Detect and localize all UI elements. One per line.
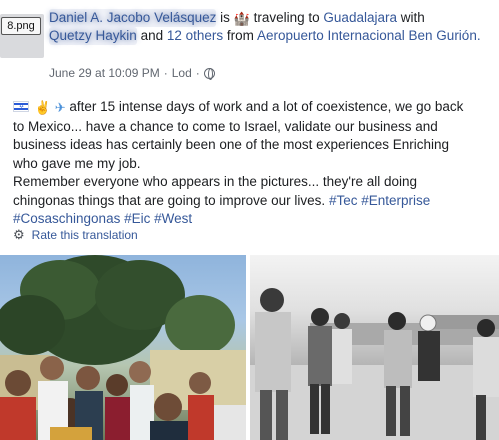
post-headline: Daniel A. Jacobo Velásquez is 🏰 travelin…	[49, 9, 494, 45]
from-text: from	[226, 28, 254, 43]
group-selfie-photo[interactable]	[0, 255, 246, 440]
destination-link[interactable]: Guadalajara	[323, 10, 397, 25]
city-icon: 🏰	[233, 11, 250, 26]
companion-name-link[interactable]: Quetzy Haykin	[49, 27, 137, 45]
airplane-icon: ✈	[54, 100, 66, 115]
post-meta: June 29 at 10:09 PM · Lod ·	[49, 66, 215, 80]
victory-hand-icon: ✌	[34, 100, 51, 115]
rate-translation[interactable]: ⚙ Rate this translation	[13, 228, 138, 242]
and-text: and	[140, 28, 164, 43]
israel-flag-icon: ✡	[13, 101, 29, 112]
rate-translation-link[interactable]: Rate this translation	[32, 228, 138, 242]
group-selfie-illustration	[0, 255, 246, 440]
meta-separator-2: ·	[195, 66, 200, 80]
post-line-2: to Mexico... have a chance to come to Is…	[13, 118, 438, 134]
hashtag-link-tec-enterprise[interactable]: #Tec #Enterprise	[329, 193, 430, 208]
group-walking-photo[interactable]	[250, 255, 499, 440]
post-line-5: Remember everyone who appears in the pic…	[13, 174, 418, 189]
activity-text: traveling to	[253, 10, 320, 25]
post-line-1: ✡ ✌ ✈ after 15 intense days of work and …	[13, 98, 493, 118]
post-line-6-text: chingonas things that are going to impro…	[13, 192, 326, 208]
group-walking-illustration	[250, 288, 499, 440]
location-link[interactable]: Lod	[172, 66, 192, 80]
post-line-6: chingonas things that are going to impro…	[13, 192, 493, 211]
hashtag-link-line[interactable]: #Cosaschingonas #Eic #West	[13, 210, 493, 229]
post-body: ✡ ✌ ✈ after 15 intense days of work and …	[13, 98, 493, 229]
author-name-link[interactable]: Daniel A. Jacobo Velásquez	[49, 9, 217, 27]
is-text: is	[220, 10, 230, 25]
globe-icon[interactable]	[203, 67, 215, 80]
post-line-1-text: after 15 intense days of work and a lot …	[69, 99, 464, 114]
timestamp-link[interactable]: June 29 at 10:09 PM	[49, 66, 160, 80]
with-text: with	[400, 10, 425, 25]
others-link[interactable]: 12 others	[167, 28, 223, 43]
meta-separator: ·	[163, 66, 168, 80]
file-label: 8.png	[1, 17, 41, 35]
post-line-3: business ideas has certainly been one of…	[13, 137, 450, 152]
facebook-post: 8.png Daniel A. Jacobo Velásquez is 🏰 tr…	[0, 0, 499, 440]
gear-icon: ⚙	[13, 227, 25, 242]
origin-link[interactable]: Aeropuerto Internacional Ben Gurión.	[257, 28, 481, 43]
post-line-4: who gave me my job.	[13, 155, 141, 171]
